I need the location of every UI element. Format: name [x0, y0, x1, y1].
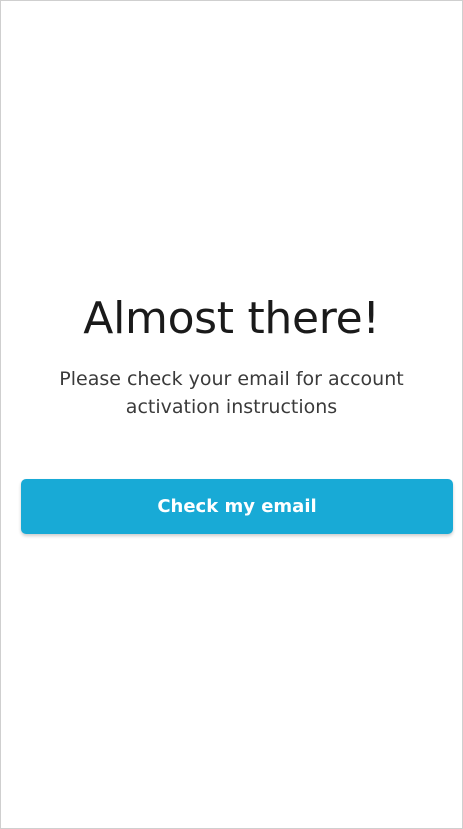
activation-message: Please check your email for account acti… — [59, 368, 404, 418]
confirmation-panel: Almost there! Please check your email fo… — [1, 1, 462, 828]
check-email-button[interactable]: Check my email — [21, 479, 453, 534]
page-title: Almost there! — [83, 293, 380, 344]
app-screen: Almost there! Please check your email fo… — [0, 0, 463, 829]
